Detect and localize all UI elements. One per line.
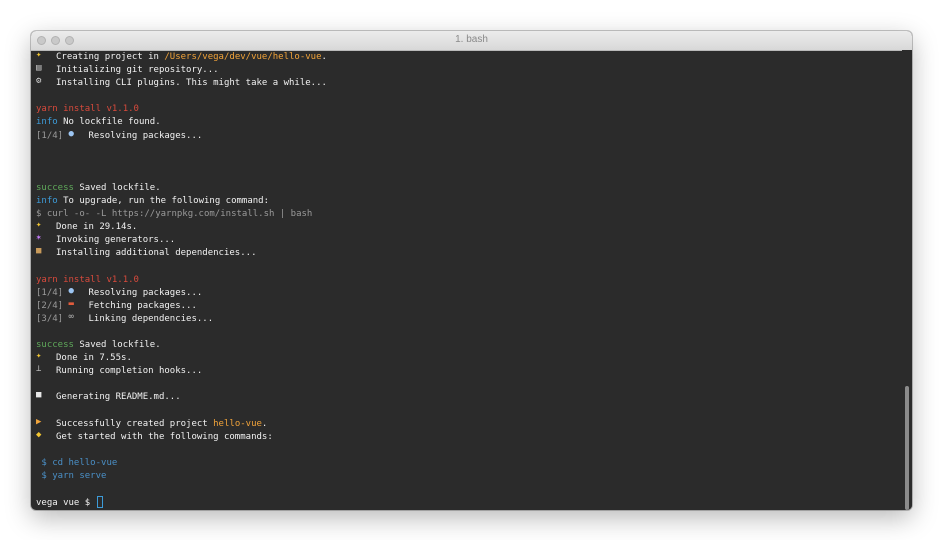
- terminal-text: Creating project in: [56, 52, 165, 62]
- title-bar: 1. bash: [31, 31, 912, 51]
- terminal-text: Installing additional dependencies...: [56, 248, 257, 259]
- terminal-text: info: [36, 196, 58, 207]
- document-icon: [36, 389, 48, 401]
- terminal-text: vega vue $: [36, 498, 96, 509]
- terminal-line: Initializing git repository...: [36, 62, 902, 77]
- terminal-text: info: [36, 117, 58, 128]
- terminal-text: Resolving packages...: [88, 130, 203, 141]
- terminal-text: [3/4]: [36, 313, 69, 324]
- terminal-text: Generating README.md...: [56, 392, 181, 403]
- terminal-output[interactable]: Creating project in /Users/vega/dev/vue/…: [31, 49, 902, 510]
- terminal-text: yarn install v1.1.0: [36, 104, 139, 115]
- terminal-line: Get started with the following commands:: [36, 429, 902, 444]
- terminal-text: Fetching packages...: [88, 300, 197, 311]
- terminal-text: Linking dependencies...: [88, 313, 214, 324]
- text-cursor: [96, 496, 103, 509]
- terminal-line: $ curl -o- -L https://yarnpkg.com/instal…: [36, 208, 902, 221]
- terminal-text: Successfully created project: [56, 418, 214, 429]
- terminal-text: $ curl -o- -L https://yarnpkg.com/instal…: [36, 209, 313, 220]
- terminal-line: Running completion hooks...: [36, 363, 902, 378]
- terminal-text: Resolving packages...: [88, 287, 203, 298]
- terminal-line: info To upgrade, run the following comma…: [36, 195, 902, 208]
- terminal-text: Done in 7.55s.: [56, 353, 132, 364]
- terminal-text: $ cd hello-vue: [36, 457, 118, 468]
- truck-icon: [69, 298, 81, 310]
- terminal-text: /Users/vega/dev/vue/hello-vue: [164, 52, 322, 62]
- terminal-line: Installing additional dependencies...: [36, 245, 902, 260]
- terminal-line: Invoking generators...: [36, 232, 902, 247]
- terminal-line: Done in 29.14s.: [36, 219, 902, 234]
- terminal-line: success Saved lockfile.: [36, 182, 902, 195]
- terminal-line: [1/4] Resolving packages...: [36, 285, 902, 300]
- package-icon: [36, 245, 48, 257]
- terminal-line: $ yarn serve: [36, 470, 902, 483]
- terminal-line: yarn install v1.1.0: [36, 103, 902, 116]
- terminal-text: No lockfile found.: [57, 117, 161, 128]
- terminal-text: Saved lockfile.: [73, 182, 161, 193]
- terminal-line: success Saved lockfile.: [36, 339, 902, 352]
- terminal-text: Invoking generators...: [56, 235, 176, 246]
- terminal-line: Done in 7.55s.: [36, 350, 902, 365]
- floppy-disk-icon: [36, 62, 48, 74]
- terminal-text: Running completion hooks...: [56, 366, 203, 377]
- terminal-text: [1/4]: [36, 287, 69, 298]
- window-title: 1. bash: [455, 34, 488, 45]
- terminal-line: Installing CLI plugins. This might take …: [36, 75, 902, 90]
- terminal-text: .: [261, 418, 268, 429]
- terminal-text: [2/4]: [36, 300, 69, 311]
- terminal-line: [1/4] Resolving packages...: [36, 128, 902, 143]
- terminal-text: success: [36, 182, 74, 193]
- magnifying-glass-icon: [69, 128, 81, 140]
- terminal-window: 1. bash Creating project in /Users/vega/…: [31, 31, 912, 510]
- terminal-line: [2/4] Fetching packages...: [36, 298, 902, 313]
- anchor-icon: [36, 363, 48, 375]
- vertical-scrollbar[interactable]: [902, 50, 912, 510]
- terminal-text: yarn install v1.1.0: [36, 274, 139, 285]
- magnifying-glass-icon: [69, 285, 81, 297]
- terminal-text: Initializing git repository...: [56, 65, 219, 76]
- terminal-line: Generating README.md...: [36, 389, 902, 404]
- terminal-line: Successfully created project hello-vue.: [36, 416, 902, 431]
- terminal-text: Done in 29.14s.: [56, 222, 138, 233]
- party-popper-icon: [36, 416, 48, 428]
- terminal-text: To upgrade, run the following command:: [57, 196, 270, 207]
- scrollbar-thumb[interactable]: [905, 386, 909, 510]
- terminal-text: .: [321, 52, 327, 62]
- sparkles-icon: [36, 219, 48, 231]
- terminal-text: success: [36, 340, 74, 351]
- magic-wand-icon: [36, 232, 48, 244]
- gear-icon: [36, 75, 48, 87]
- terminal-line: Creating project in /Users/vega/dev/vue/…: [36, 49, 902, 64]
- terminal-line: yarn install v1.1.0: [36, 274, 902, 287]
- terminal-line: info No lockfile found.: [36, 116, 902, 129]
- terminal-line: [3/4] Linking dependencies...: [36, 311, 902, 326]
- sparkles-icon: [36, 49, 48, 61]
- pointing-hand-icon: [36, 429, 48, 441]
- terminal-text: $ yarn serve: [36, 471, 107, 481]
- terminal-text: Saved lockfile.: [73, 340, 161, 351]
- sparkles-icon: [36, 350, 48, 362]
- link-icon: [69, 311, 81, 323]
- terminal-line: $ cd hello-vue: [36, 457, 902, 470]
- terminal-text: Get started with the following commands:: [56, 431, 273, 442]
- terminal-line: vega vue $: [36, 496, 902, 509]
- terminal-text: hello-vue: [213, 418, 262, 429]
- terminal-text: Installing CLI plugins. This might take …: [56, 78, 327, 89]
- terminal-text: [1/4]: [36, 130, 69, 141]
